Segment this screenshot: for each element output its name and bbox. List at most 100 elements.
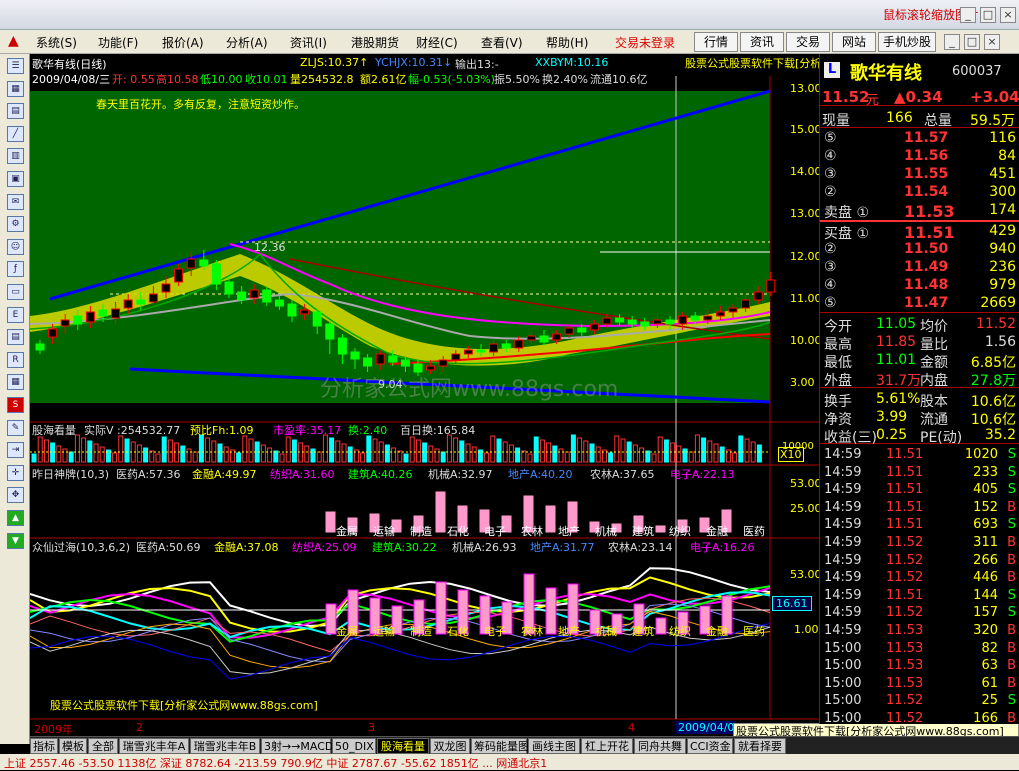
menu-info[interactable]: 资讯(I) <box>290 34 327 51</box>
indicator-tab[interactable]: 瑞雪兆丰年A <box>119 738 189 754</box>
indicator-tab[interactable]: 全部 <box>88 738 118 754</box>
p3-item: 金融A:49.97 <box>192 468 257 481</box>
sheet-icon[interactable]: ▦ <box>7 374 24 391</box>
p4-cursor-value: 16.61 <box>772 596 812 611</box>
rsi-icon[interactable]: R <box>7 351 24 368</box>
sector-bar <box>325 603 337 635</box>
report-icon[interactable]: ▤ <box>7 329 24 346</box>
chart-area[interactable]: 歌华有线(日线) ZLJS:10.37↑ YCHJX:10.31↓ 输出13:-… <box>30 54 865 736</box>
chart-icon[interactable]: ▥ <box>7 148 24 165</box>
people-icon[interactable]: ☺ <box>7 238 24 255</box>
tab-website[interactable]: 网站 <box>832 32 876 52</box>
menu-view[interactable]: 查看(V) <box>481 34 523 51</box>
menu-finance[interactable]: 财经(C) <box>416 34 458 51</box>
volume-bar <box>663 439 669 463</box>
menu-function[interactable]: 功能(F) <box>98 34 138 51</box>
volume-bar <box>577 437 583 463</box>
tick-price: 11.51 <box>886 587 924 603</box>
indicator-tab[interactable]: 股海看量 <box>377 738 429 754</box>
gear-icon[interactable]: ⚙ <box>7 216 24 233</box>
news-icon[interactable]: ✉ <box>7 193 24 210</box>
sub-minimize-button[interactable]: _ <box>944 34 960 50</box>
book-row[interactable]: ④ 11.56 84 <box>820 148 1019 166</box>
stat-value: 31.7万 <box>876 373 922 389</box>
move-icon[interactable]: ✥ <box>7 487 24 504</box>
book-row[interactable]: ② 11.50 940 <box>820 241 1019 259</box>
indicator-tab[interactable]: 模板 <box>59 738 87 754</box>
bar-amount: 额2.61亿 <box>360 73 407 86</box>
menu-quote[interactable]: 报价(A) <box>162 34 204 51</box>
xianliang-label: 现量 <box>822 113 850 129</box>
menu-system[interactable]: 系统(S) <box>36 34 77 51</box>
table-icon[interactable]: ▤ <box>7 103 24 120</box>
indicator-tab[interactable]: 杠上开花 <box>581 738 633 754</box>
indicator-tab[interactable]: 就看择要 <box>734 738 786 754</box>
minimize-button[interactable]: _ <box>960 7 976 23</box>
doc-icon[interactable]: ▭ <box>7 284 24 300</box>
book-level: ④ <box>824 277 837 293</box>
book-row[interactable]: 买盘 ① 11.51 429 <box>820 223 1019 242</box>
menu-help[interactable]: 帮助(H) <box>546 34 588 51</box>
indicator-tab[interactable]: 同舟共舞 <box>634 738 686 754</box>
s-icon[interactable]: S <box>7 397 24 413</box>
tab-market[interactable]: 行情 <box>694 32 738 52</box>
down-arrow-icon[interactable]: ▼ <box>7 532 24 549</box>
tick-side: S <box>1007 482 1016 498</box>
volume-bar <box>192 451 198 463</box>
book-row[interactable]: ⑤ 11.57 116 <box>820 130 1019 148</box>
book-row[interactable]: ④ 11.48 979 <box>820 277 1019 295</box>
tick-side: B <box>1007 535 1016 550</box>
login-status[interactable]: 交易未登录 <box>615 34 675 51</box>
sub-restore-button[interactable]: □ <box>964 34 980 50</box>
indicator-tab[interactable]: 瑞雪兆丰年B <box>190 738 260 754</box>
stat-value: 11.52 <box>975 316 1016 332</box>
menu-hk-futures[interactable]: 港股期货 <box>351 34 399 51</box>
p4-tick: 1.00 <box>794 623 819 636</box>
bar-low: 低10.00 <box>200 73 243 86</box>
book-row[interactable]: ③ 11.55 451 <box>820 166 1019 184</box>
vol-tick: 10000 <box>782 441 814 452</box>
grid-icon[interactable]: ▦ <box>7 80 24 97</box>
volume-bar <box>360 452 366 463</box>
bar-amplitude: 振5.50% <box>494 73 540 86</box>
tick-volume: 693 <box>973 517 998 533</box>
fx-icon[interactable]: ƒ <box>7 261 24 278</box>
ask-book: ⑤ 11.57 116 ④ 11.56 84 ③ 11.55 451 ② 11.54 300 卖盘 ① 1… <box>820 130 1019 221</box>
p4-promo[interactable]: 股票公式股票软件下载[分析家公式网www.88gs.com] <box>50 697 318 713</box>
indicator-tab[interactable]: 指标 <box>30 738 58 754</box>
close-button[interactable]: × <box>1000 7 1016 23</box>
indicator-tab[interactable]: CCI资金 <box>687 738 733 754</box>
up-arrow-icon[interactable]: ▲ <box>7 510 24 526</box>
tab-mobile[interactable]: 手机炒股 <box>878 32 936 52</box>
list-icon[interactable]: ☰ <box>7 58 24 74</box>
indicator-tab[interactable]: 50_DIX <box>332 738 376 754</box>
tick-side: B <box>1007 570 1016 586</box>
maximize-button[interactable]: □ <box>980 7 996 23</box>
volume-bar <box>738 435 744 463</box>
book-icon[interactable]: ▣ <box>7 171 24 187</box>
volume-bar <box>43 439 49 463</box>
cross-icon[interactable]: ✛ <box>7 464 24 481</box>
indicator-tab[interactable]: 筹码能量图 <box>471 738 529 754</box>
indicator-tab[interactable]: 双龙图 <box>430 738 470 754</box>
indicator-tab[interactable]: 3射→→MACD <box>261 738 333 754</box>
tab-trade[interactable]: 交易 <box>786 32 830 52</box>
stat-value: 11.85 <box>876 334 917 350</box>
book-row[interactable]: ② 11.54 300 <box>820 184 1019 202</box>
menu-analysis[interactable]: 分析(A) <box>226 34 268 51</box>
book-volume: 174 <box>989 202 1016 218</box>
sub-close-button[interactable]: × <box>984 34 1000 50</box>
volume-bar <box>304 445 310 463</box>
etf-icon[interactable]: E <box>7 306 24 323</box>
book-row[interactable]: 卖盘 ① 11.53 174 <box>820 202 1019 221</box>
tick-side: B <box>1007 623 1016 638</box>
exit-icon[interactable]: ⇥ <box>7 442 24 459</box>
line-icon[interactable]: ╱ <box>7 125 24 142</box>
wrench-icon[interactable]: ✎ <box>7 419 24 436</box>
tab-news[interactable]: 资讯 <box>740 32 784 52</box>
book-row[interactable]: ⑤ 11.47 2669 <box>820 295 1019 313</box>
sector-label: 运输 <box>373 625 395 638</box>
book-volume: 300 <box>989 184 1016 200</box>
book-row[interactable]: ③ 11.49 236 <box>820 259 1019 277</box>
indicator-tab[interactable]: 画线主图 <box>528 738 580 754</box>
